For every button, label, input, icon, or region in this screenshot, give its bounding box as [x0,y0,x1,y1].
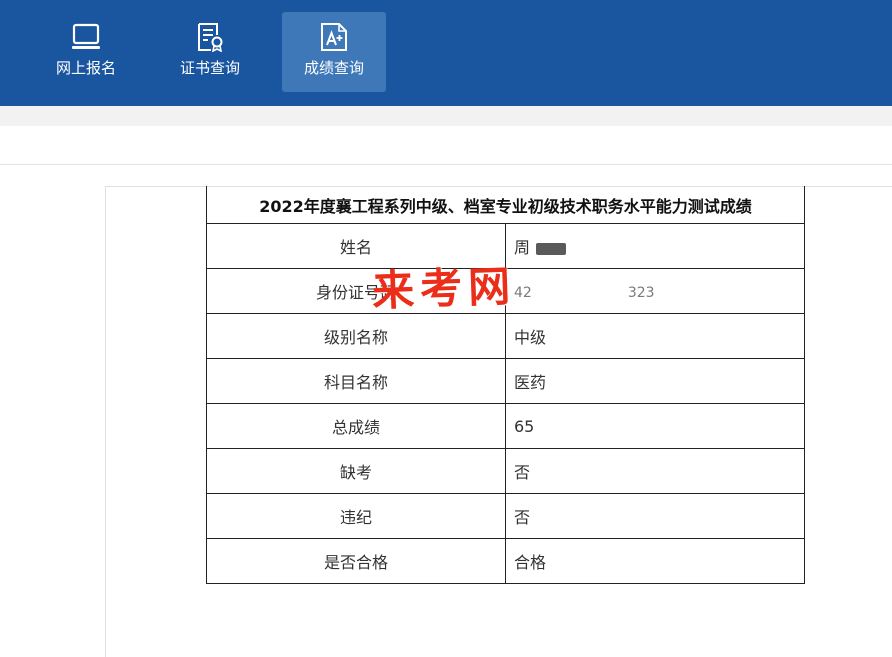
row-value-violation: 否 [505,493,805,539]
table-row: 科目名称 医药 [206,358,805,404]
table-row: 总成绩 65 [206,403,805,449]
top-navigation-bar: 网上报名 证书查询 成绩查询 [0,0,892,106]
nav-score-query[interactable]: 成绩查询 [282,12,386,92]
nav-certificate-query[interactable]: 证书查询 [158,12,262,92]
score-table-title: 2022年度襄工程系列中级、档室专业初级技术职务水平能力测试成绩 [206,186,805,224]
table-caption-row: 2022年度襄工程系列中级、档室专业初级技术职务水平能力测试成绩 [206,186,805,224]
id-number-suffix: 323 [627,284,655,301]
nav-label: 成绩查询 [303,59,364,77]
row-key-level: 级别名称 [206,313,506,359]
row-key-violation: 违纪 [206,493,506,539]
row-value-qualified: 合格 [505,538,805,584]
score-result-table: 2022年度襄工程系列中级、档室专业初级技术职务水平能力测试成绩 姓名 周 身份… [206,186,805,584]
watermark-logo: 来考网 [371,261,517,316]
nav-online-registration[interactable]: 网上报名 [34,12,138,92]
table-row: 违纪 否 [206,493,805,539]
laptop-icon [72,22,100,52]
row-key-subject: 科目名称 [206,358,506,404]
table-row: 是否合格 合格 [206,538,805,584]
row-key-qualified: 是否合格 [206,538,506,584]
divider [0,164,892,165]
row-value-subject: 医药 [505,358,805,404]
row-value-level: 中级 [505,313,805,359]
row-key-absent: 缺考 [206,448,506,494]
nav-label: 证书查询 [179,59,240,77]
certificate-icon [196,22,224,53]
nav-label: 网上报名 [55,59,116,77]
table-row: 级别名称 中级 [206,313,805,359]
sub-header-band [0,106,892,126]
table-row: 缺考 否 [206,448,805,494]
row-value-absent: 否 [505,448,805,494]
row-value-total-score: 65 [505,403,805,449]
grade-document-icon [320,22,348,52]
row-key-total-score: 总成绩 [206,403,506,449]
